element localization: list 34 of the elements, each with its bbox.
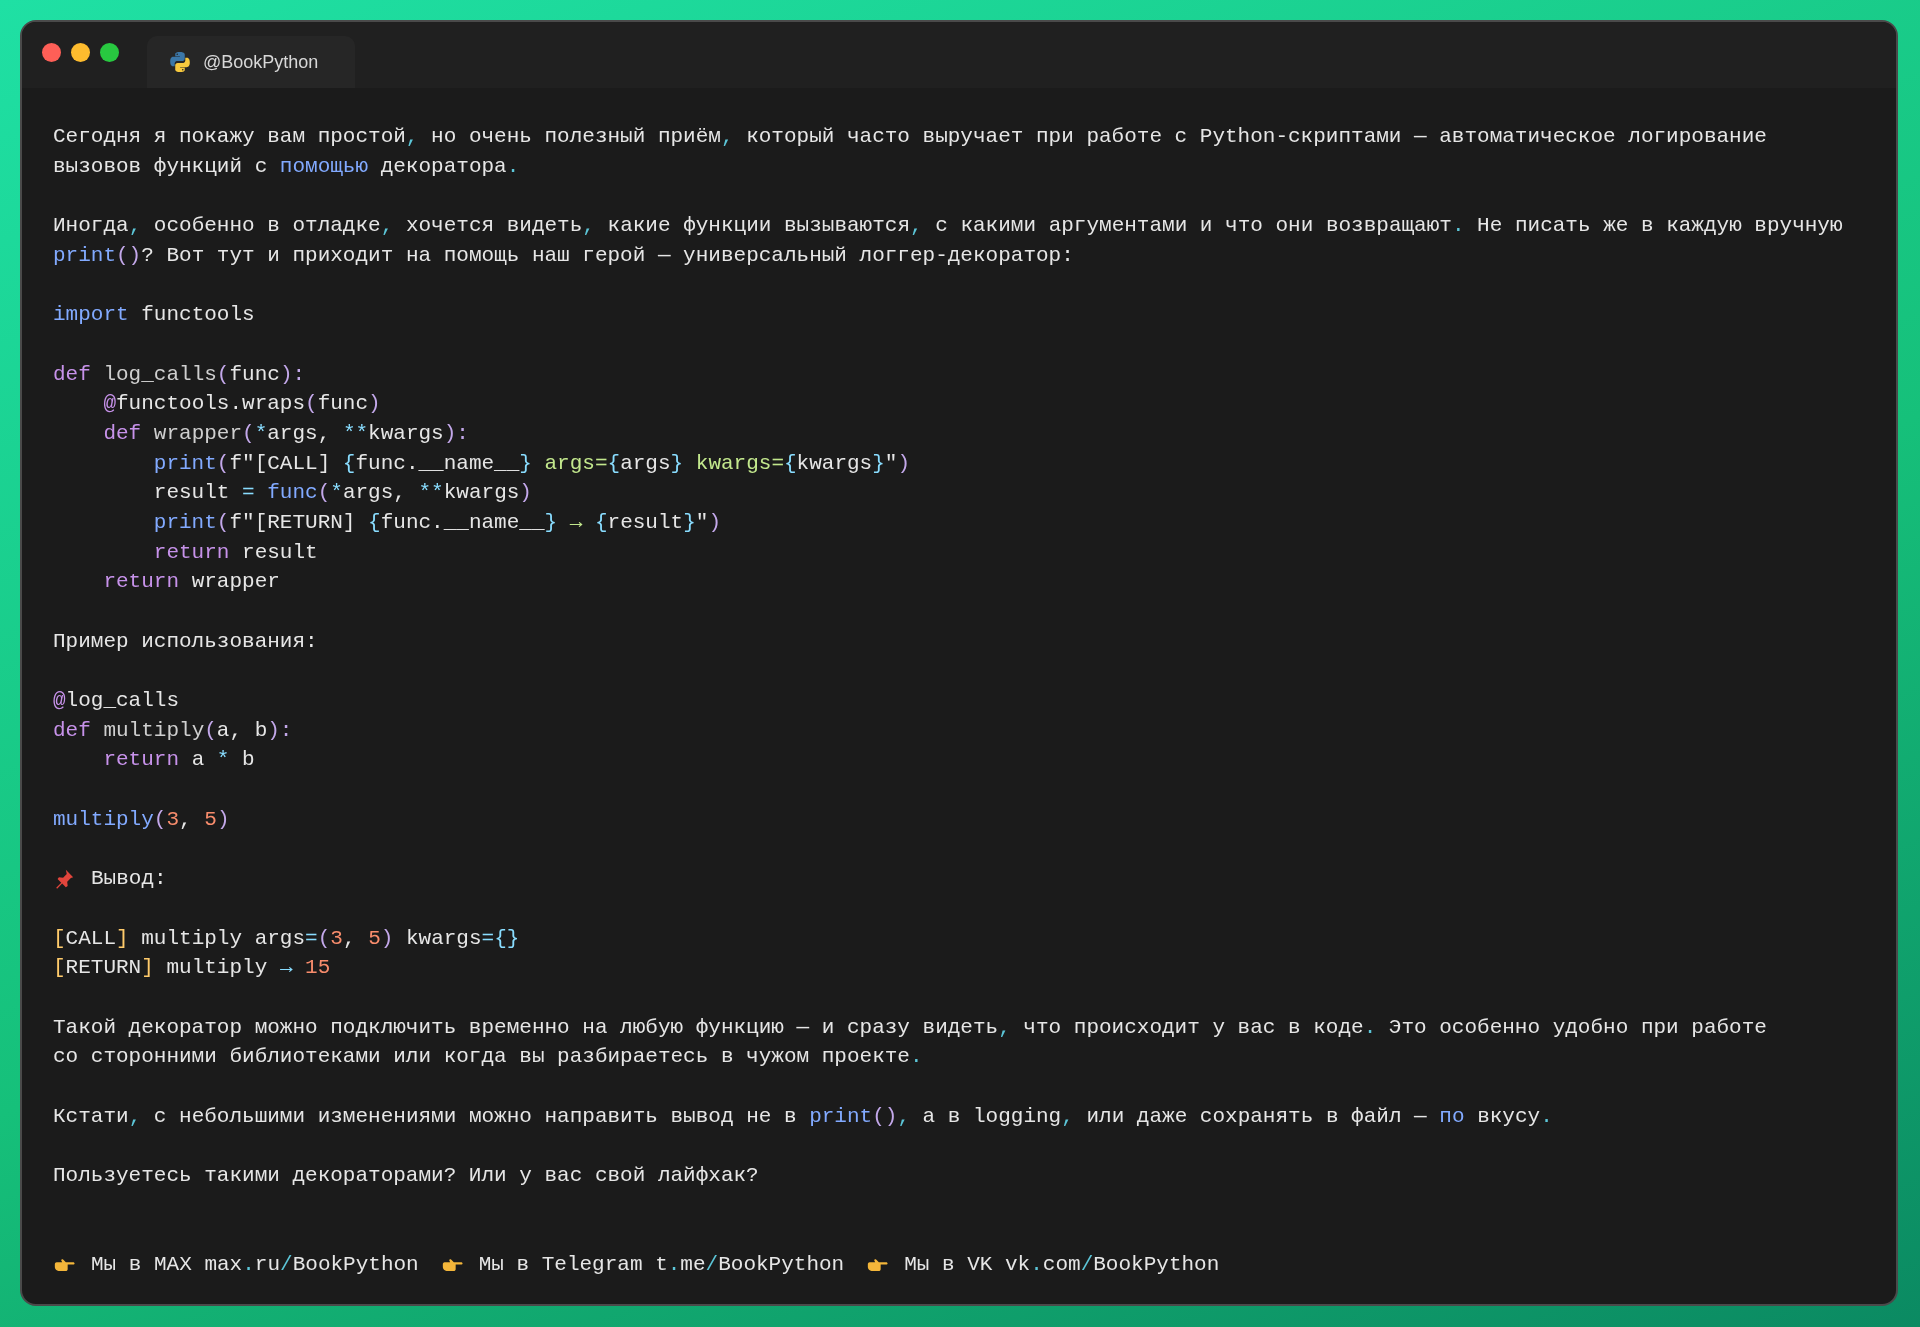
text-line: со сторонними библиотеками или когда вы разбираетесь в чужом проекте. xyxy=(53,1044,923,1071)
text-line: Пример использования: xyxy=(53,628,318,655)
code-line: [RETURN] multiply → 15 xyxy=(53,955,331,982)
code-line: print(f"[RETURN] {func.__name__} → {result}") xyxy=(152,509,721,536)
zoom-button[interactable] xyxy=(100,43,119,62)
text-line: Иногда, особенно в отладке, хочется видеть, какие функции вызываются, с какими аргументами и что они возвращают. Не писать же в каждую вручную xyxy=(53,213,1843,240)
output-heading: Вывод: xyxy=(91,866,167,893)
code-line: result = func(*args, **kwargs) xyxy=(152,480,532,507)
channel-link-text: Мы в MAX max.ru/BookPython xyxy=(91,1252,419,1279)
code-line: def wrapper(*args, **kwargs): xyxy=(102,420,469,447)
text-line: print()? Вот тут и приходит на помощь наш герой — универсальный логгер-декоратор: xyxy=(53,242,1074,269)
text-line: Сегодня я покажу вам простой, но очень полезный приём, который часто выручает при работе с Python-скриптами — автоматическое логирование xyxy=(53,124,1767,150)
text-line: Пользуетесь такими декораторами? Или у вас свой лайфхак? xyxy=(53,1163,759,1190)
code-line: def multiply(a, b): xyxy=(53,717,293,744)
text-line: Кстати, с небольшими изменениями можно направить вывод не в print(), а в logging, или даже сохранять в файл — по вкусу. xyxy=(53,1103,1553,1130)
code-line: @functools.wraps(func) xyxy=(102,391,381,418)
channel-link-text: Мы в VK vk.com/BookPython xyxy=(904,1252,1220,1279)
code-line: import functools xyxy=(53,302,255,329)
code-line: return result xyxy=(152,539,318,566)
text-line: Такой декоратор можно подключить временно на любую функцию — и сразу видеть, что происходит у вас в коде. Это особенно удобно при работе xyxy=(53,1014,1767,1041)
code-line: multiply(3, 5) xyxy=(53,806,230,833)
code-line: print(f"[CALL] {func.__name__} args={args} kwargs={kwargs}") xyxy=(152,450,911,477)
minimize-button[interactable] xyxy=(71,43,90,62)
tab[interactable]: @BookPython xyxy=(147,36,355,88)
text-line: вызовов функций с помощью декоратора. xyxy=(53,153,520,180)
code-line: @log_calls xyxy=(53,688,180,715)
python-logo-icon xyxy=(169,51,191,73)
code-line: return wrapper xyxy=(102,569,280,596)
close-button[interactable] xyxy=(42,43,61,62)
code-line: return a * b xyxy=(102,747,255,774)
pushpin-icon xyxy=(53,868,75,891)
code-line: def log_calls(func): xyxy=(53,361,306,388)
channel-link-text: Мы в Telegram t.me/BookPython xyxy=(478,1252,845,1279)
code-line: [CALL] multiply args=(3, 5) kwargs={} xyxy=(53,925,520,952)
